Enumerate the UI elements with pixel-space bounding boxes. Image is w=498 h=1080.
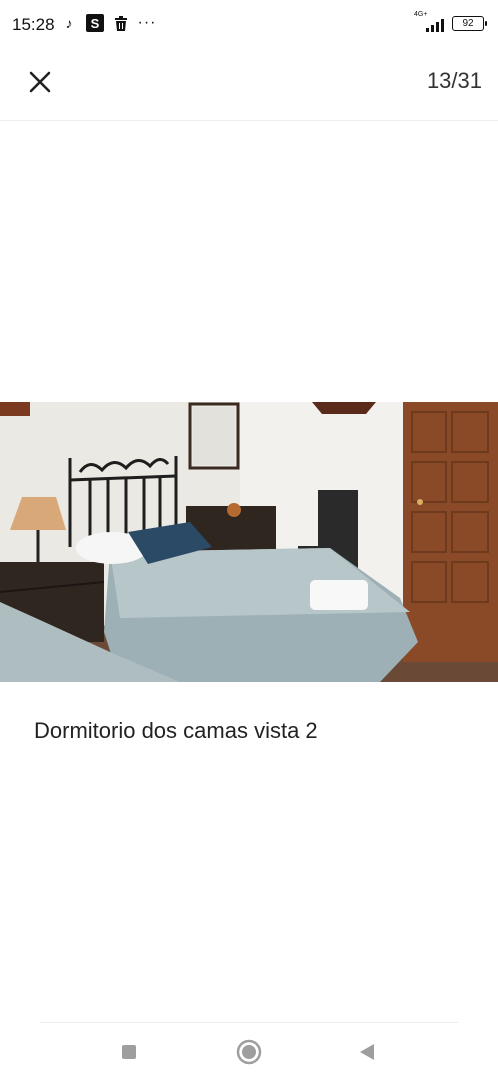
status-time: 15:28 — [12, 15, 55, 34]
s-app-icon: S — [86, 14, 104, 32]
home-circle-icon — [236, 1039, 262, 1065]
close-button[interactable] — [22, 64, 58, 100]
recents-button[interactable] — [115, 1038, 143, 1066]
tiktok-icon: ♪ — [65, 15, 73, 31]
status-bar: 15:28 ♪ S ··· 4G+ 92 — [0, 0, 498, 52]
room-photo[interactable] — [0, 402, 498, 682]
back-button[interactable] — [353, 1038, 381, 1066]
system-nav-bar — [0, 1024, 498, 1080]
trash-icon — [112, 14, 130, 32]
network-type: 4G+ — [414, 11, 428, 18]
photo-viewer-header: 13/31 — [0, 52, 498, 121]
back-triangle-icon — [360, 1044, 374, 1060]
recents-square-icon — [122, 1045, 136, 1059]
battery-level: 92 — [462, 17, 474, 29]
battery-icon: 92 — [452, 15, 487, 31]
more-dots-icon: ··· — [137, 14, 157, 31]
close-icon — [29, 71, 51, 93]
status-system-icons: 4G+ 92 — [414, 11, 487, 32]
home-button[interactable] — [235, 1038, 263, 1066]
signal-icon: 4G+ — [414, 11, 444, 32]
photo-caption: Dormitorio dos camas vista 2 — [34, 718, 318, 743]
photo-counter: 13/31 — [426, 68, 482, 93]
status-notification-icons: ♪ S ··· — [60, 14, 156, 32]
nav-divider — [40, 1022, 458, 1023]
